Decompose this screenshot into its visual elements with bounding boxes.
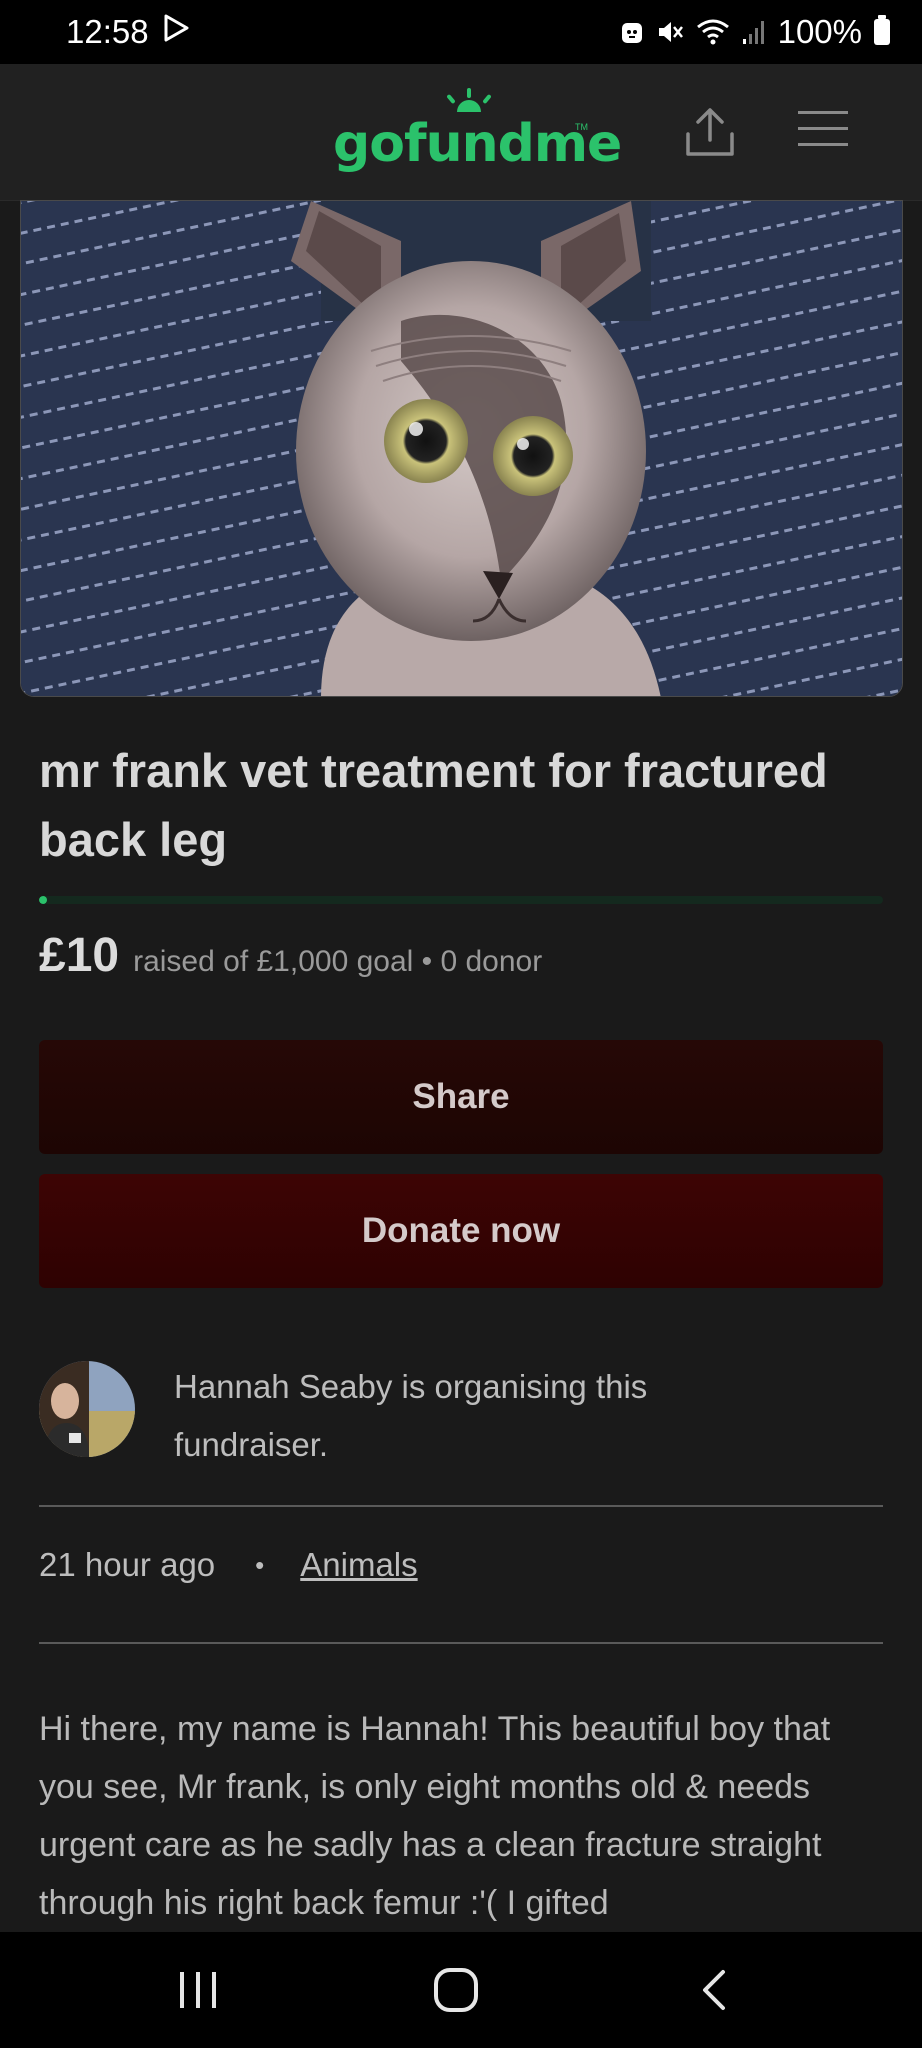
status-right: 100% — [620, 13, 890, 51]
app-header: gofundme TM — [0, 64, 922, 201]
recent-apps-icon[interactable] — [138, 1932, 258, 2048]
raised-goal-text: raised of £1,000 goal • 0 donor — [133, 945, 543, 978]
battery-icon — [874, 15, 890, 45]
donate-now-button[interactable]: Donate now — [39, 1174, 883, 1288]
wifi-icon — [696, 18, 730, 46]
campaign-story: Hi there, my name is Hannah! This beauti… — [39, 1710, 831, 1922]
campaign-meta: 21 hour ago • Animals — [39, 1546, 418, 1584]
cat-photo — [21, 201, 902, 696]
status-left: 12:58 — [66, 13, 191, 51]
status-bar: 12:58 100% — [0, 0, 922, 64]
organiser-text: Hannah Seaby is organising this fundrais… — [174, 1368, 648, 1463]
back-icon[interactable] — [654, 1932, 774, 2048]
mute-icon — [656, 18, 684, 46]
signal-icon — [742, 19, 766, 45]
status-time: 12:58 — [66, 13, 149, 50]
avatar[interactable] — [39, 1361, 135, 1457]
gofundme-logo[interactable]: gofundme TM — [333, 86, 622, 186]
raised-amount: £10 — [39, 929, 120, 982]
campaign-hero-image[interactable] — [20, 200, 903, 697]
category-link[interactable]: Animals — [300, 1546, 417, 1584]
created-time: 21 hour ago — [39, 1546, 216, 1583]
meta-separator: • — [255, 1549, 265, 1580]
robot-icon — [620, 19, 644, 45]
share-button[interactable]: Share — [39, 1040, 883, 1154]
divider — [39, 1505, 883, 1507]
organiser-section: Hannah Seaby is organising this fundrais… — [39, 1358, 883, 1468]
system-nav-bar — [0, 1932, 922, 2048]
progress-fill — [39, 896, 48, 904]
play-store-icon — [161, 13, 191, 51]
share-upload-icon[interactable] — [684, 104, 736, 160]
battery-percentage: 100% — [777, 13, 862, 50]
raised-summary: £10 raised of £1,000 goal • 0 donor — [39, 928, 542, 983]
logo-tm: TM — [575, 122, 588, 132]
campaign-title: mr frank vet treatment for fractured bac… — [39, 744, 828, 866]
donation-progress-bar — [39, 896, 883, 904]
hamburger-menu-icon[interactable] — [798, 109, 848, 149]
sun-rays-icon — [447, 88, 491, 112]
home-icon[interactable] — [396, 1932, 516, 2048]
divider — [39, 1642, 883, 1644]
